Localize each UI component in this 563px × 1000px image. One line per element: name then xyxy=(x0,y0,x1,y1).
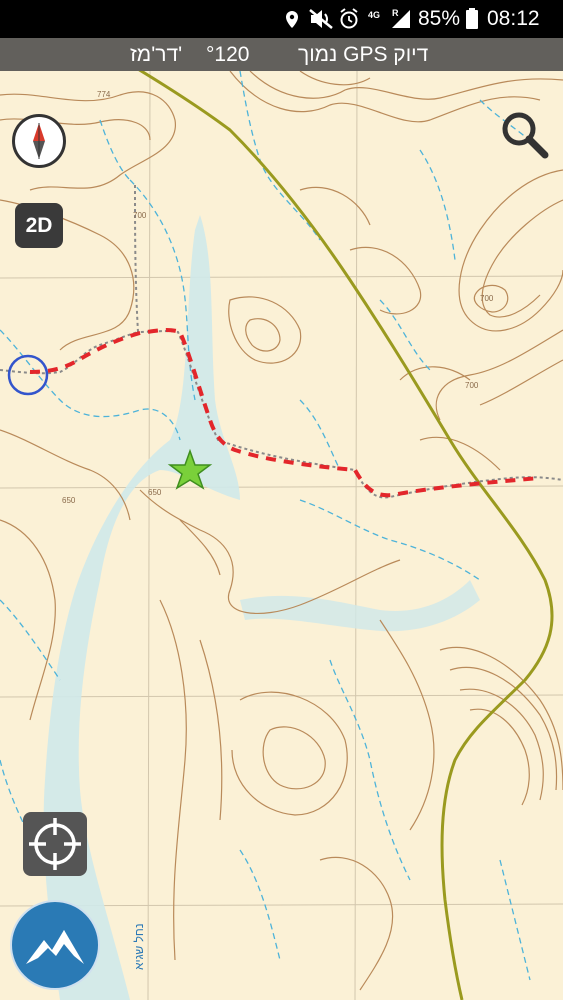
signal-icon xyxy=(390,0,412,38)
mute-icon xyxy=(308,0,334,38)
crosshair-icon xyxy=(29,818,81,870)
compass-icon xyxy=(18,120,60,162)
search-icon xyxy=(502,112,549,159)
location-pin-icon xyxy=(284,0,300,38)
contour-label: 700 xyxy=(133,211,147,220)
battery-percent: 85% xyxy=(418,7,461,30)
contour-label: 650 xyxy=(148,488,162,497)
battery-icon xyxy=(464,0,480,38)
contour-label: 700 xyxy=(465,381,479,390)
status-bar: 4G R 85% 08:12 xyxy=(0,0,563,38)
gps-accuracy-banner: דר'מז' °120 דיוק GPS נמוך xyxy=(0,38,563,71)
mountain-logo-icon xyxy=(26,930,84,964)
view-mode-toggle-button[interactable]: 2D xyxy=(15,203,63,248)
app-menu-button[interactable] xyxy=(10,900,100,990)
stream-name-label: נחל שגיא xyxy=(132,923,146,970)
my-location-button[interactable] xyxy=(23,812,87,876)
alarm-icon xyxy=(338,0,360,38)
gps-accuracy-warning: דיוק GPS נמוך xyxy=(298,43,429,66)
bearing-direction: דר'מז' xyxy=(130,43,183,66)
compass-button[interactable] xyxy=(12,114,66,168)
contour-label: 650 xyxy=(62,496,76,505)
bearing-degrees: °120 xyxy=(206,43,250,66)
search-button[interactable] xyxy=(496,106,552,162)
clock: 08:12 xyxy=(487,7,540,30)
network-type: 4G xyxy=(368,10,381,20)
contour-label: 774 xyxy=(97,90,111,99)
contour-label: 700 xyxy=(480,294,494,303)
